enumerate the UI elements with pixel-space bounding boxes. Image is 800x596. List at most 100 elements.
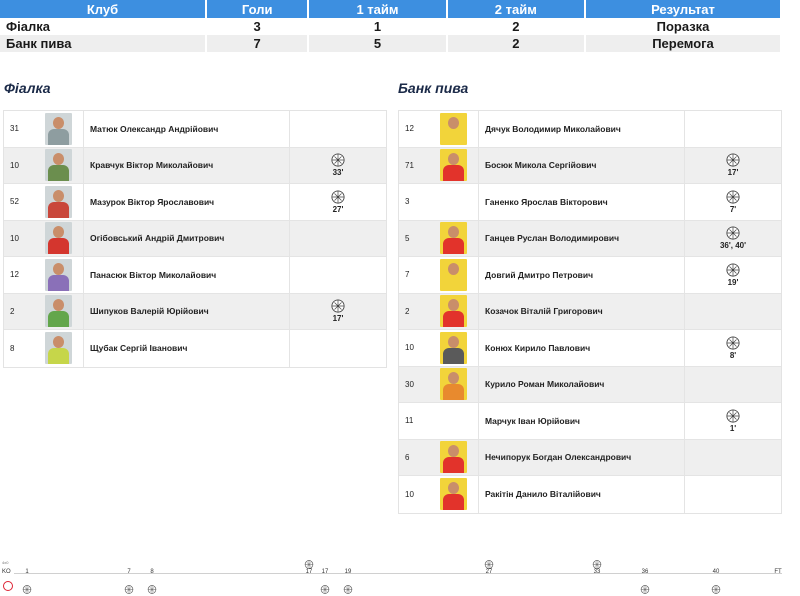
player-photo[interactable] — [45, 295, 72, 328]
player-name[interactable]: Босюк Микола Сергійович — [479, 147, 685, 183]
player-photo[interactable] — [440, 478, 467, 511]
player-name[interactable]: Ракітін Данило Віталійович — [479, 476, 685, 513]
timeline-tick: 1 — [25, 569, 29, 575]
player-row[interactable]: 10 Ракітін Данило Віталійович — [399, 476, 781, 513]
player-photo[interactable] — [440, 149, 467, 182]
player-photo[interactable] — [440, 331, 467, 364]
player-row[interactable]: 30 Курило Роман Миколайович — [399, 366, 781, 403]
player-goals: 1' — [685, 403, 781, 439]
player-photo-cell — [429, 111, 479, 147]
player-row[interactable]: 3 Ганенко Ярослав Вікторович 7' — [399, 184, 781, 221]
player-row[interactable]: 7 Довгий Дмитро Петрович 19' — [399, 257, 781, 294]
player-name[interactable]: Довгий Дмитро Петрович — [479, 257, 685, 293]
player-photo[interactable] — [45, 332, 72, 365]
player-photo-cell — [34, 111, 84, 147]
score-header-row: Клуб Голи 1 тайм 2 тайм Результат — [0, 0, 782, 18]
player-goals — [685, 111, 781, 147]
player-row[interactable]: 52 Мазурок Віктор Ярославович 27' — [4, 184, 386, 221]
team-title-away: Банк пива — [398, 80, 469, 96]
player-goals: 19' — [685, 257, 781, 293]
timeline-goal-bottom-icon — [320, 581, 330, 594]
player-name[interactable]: Козачок Віталій Григорович — [479, 293, 685, 329]
player-number: 12 — [10, 270, 19, 280]
player-name[interactable]: Ганцев Руслан Володимирович — [479, 220, 685, 256]
player-row[interactable]: 10 Огібовський Андрій Дмитрович — [4, 220, 386, 257]
player-photo[interactable] — [440, 112, 467, 145]
header-h2: 2 тайм — [446, 0, 587, 18]
player-row[interactable]: 12 Панасюк Віктор Миколайович — [4, 257, 386, 294]
player-row[interactable]: 5 Ганцев Руслан Володимирович 36', 40' — [399, 220, 781, 257]
player-row[interactable]: 31 Матюк Олександр Андрійович — [4, 111, 386, 148]
player-row[interactable]: 2 Шипуков Валерій Юрійович 17' — [4, 293, 386, 330]
player-photo[interactable] — [45, 222, 72, 255]
goal-minutes: 27' — [332, 204, 344, 214]
player-number: 2 — [10, 306, 15, 316]
player-name[interactable]: Огібовський Андрій Дмитрович — [84, 220, 290, 256]
away-roster: 12 Дячук Володимир Миколайович 71 Босюк Мик… — [398, 110, 782, 514]
player-photo[interactable] — [45, 112, 72, 145]
player-photo-cell — [429, 366, 479, 402]
player-row[interactable]: 6 Нечипорук Богдан Олександрович — [399, 439, 781, 476]
player-row[interactable]: 11 Марчук Іван Юрійович 1' — [399, 403, 781, 440]
player-row[interactable]: 71 Босюк Микола Сергійович 17' — [399, 147, 781, 184]
player-name[interactable]: Курило Роман Миколайович — [479, 366, 685, 402]
goal-ball-icon — [331, 190, 345, 204]
player-photo[interactable] — [45, 185, 72, 218]
player-photo[interactable] — [440, 295, 467, 328]
player-number: 31 — [10, 124, 19, 134]
player-name[interactable]: Марчук Іван Юрійович — [479, 403, 685, 439]
player-goals — [290, 330, 386, 367]
player-number: 3 — [405, 197, 410, 207]
goal-minutes: 7' — [729, 204, 737, 214]
player-number: 11 — [405, 416, 414, 426]
player-photo[interactable] — [440, 368, 467, 401]
goal-minutes: 1' — [729, 423, 737, 433]
goal-ball-icon — [726, 153, 740, 167]
player-name[interactable]: Конюх Кирило Павлович — [479, 330, 685, 366]
goal-ball-icon — [726, 190, 740, 204]
player-number: 5 — [405, 233, 410, 243]
timeline-tick: 36 — [641, 569, 649, 575]
player-photo[interactable] — [440, 222, 467, 255]
player-name[interactable]: Ганенко Ярослав Вікторович — [479, 184, 685, 220]
player-photo[interactable] — [440, 258, 467, 291]
player-row[interactable]: 2 Козачок Віталій Григорович — [399, 293, 781, 330]
player-name[interactable]: Щубак Сергій Іванович — [84, 330, 290, 367]
player-name[interactable]: Панасюк Віктор Миколайович — [84, 257, 290, 293]
club-goals: 3 — [206, 18, 310, 35]
player-row[interactable]: 10 Кравчук Віктор Миколайович 33' — [4, 147, 386, 184]
club-h1: 5 — [308, 35, 448, 52]
player-number: 8 — [10, 343, 15, 353]
player-photo-cell — [429, 293, 479, 329]
player-goals — [290, 111, 386, 147]
player-row[interactable]: 10 Конюх Кирило Павлович 8' — [399, 330, 781, 367]
goal-ball-icon — [331, 299, 345, 313]
goal-minutes: 17' — [727, 168, 739, 178]
player-photo-cell — [429, 184, 479, 220]
goal-minutes: 17' — [332, 314, 344, 324]
player-row[interactable]: 8 Щубак Сергій Іванович — [4, 330, 386, 367]
header-club: Клуб — [0, 0, 207, 18]
club-result: Поразка — [585, 18, 782, 35]
player-photo-cell — [429, 220, 479, 256]
player-row[interactable]: 12 Дячук Володимир Миколайович — [399, 111, 781, 148]
timeline-goal-bottom-icon — [343, 581, 353, 594]
player-photo[interactable] — [45, 149, 72, 182]
timeline-tick: 40 — [712, 569, 720, 575]
player-name[interactable]: Матюк Олександр Андрійович — [84, 111, 290, 147]
timeline-goal-top-icon — [484, 556, 494, 569]
player-name[interactable]: Дячук Володимир Миколайович — [479, 111, 685, 147]
player-name[interactable]: Кравчук Віктор Миколайович — [84, 147, 290, 183]
player-photo[interactable] — [440, 441, 467, 474]
goal-ball-icon — [331, 153, 345, 167]
player-number: 6 — [405, 452, 410, 462]
player-name[interactable]: Шипуков Валерій Юрійович — [84, 293, 290, 329]
player-goals — [685, 440, 781, 476]
player-name[interactable]: Нечипорук Богдан Олександрович — [479, 439, 685, 475]
club-h2: 2 — [446, 18, 587, 35]
player-photo[interactable] — [45, 258, 72, 291]
goal-minutes: 8' — [729, 350, 737, 360]
player-name[interactable]: Мазурок Віктор Ярославович — [84, 184, 290, 220]
timeline-small-label: 4x0 — [2, 560, 9, 565]
player-goals: 17' — [290, 294, 386, 330]
